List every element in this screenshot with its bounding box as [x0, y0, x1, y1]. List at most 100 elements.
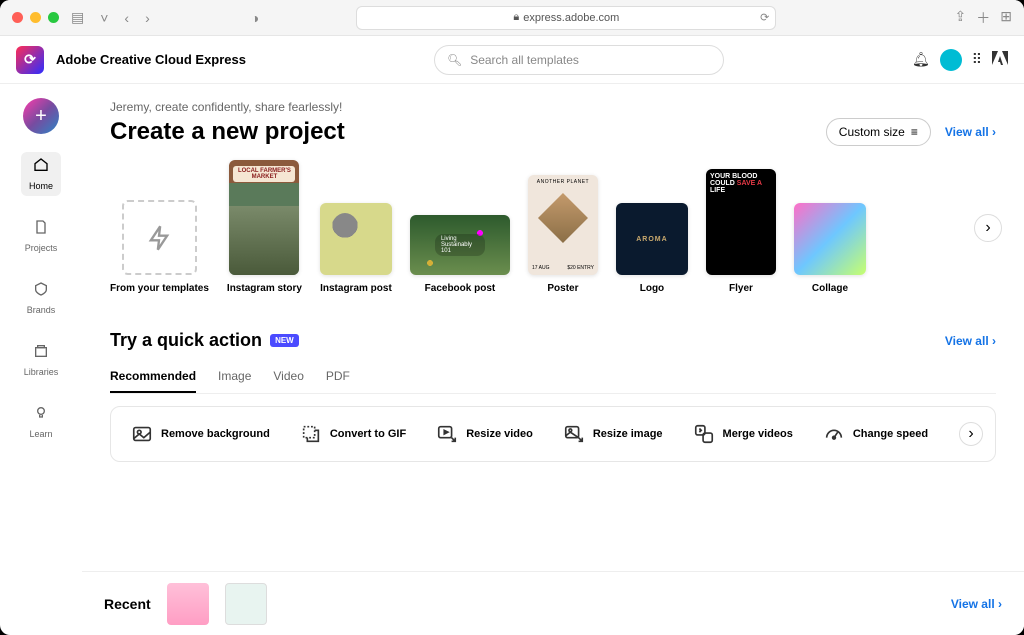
template-item-logo[interactable]: AROMA Logo — [616, 203, 688, 294]
template-label: Collage — [812, 283, 848, 294]
carousel-next-button[interactable]: › — [974, 214, 1002, 242]
template-thumb — [794, 203, 866, 275]
recent-heading: Recent — [104, 596, 151, 612]
sidebar-item-projects[interactable]: Projects — [17, 214, 66, 258]
refresh-icon[interactable]: ⟳ — [760, 11, 769, 24]
chevron-right-icon: › — [968, 425, 973, 443]
app-logo-icon[interactable]: ⟳ — [16, 46, 44, 74]
actions-next-button[interactable]: › — [959, 422, 983, 446]
template-item-poster[interactable]: 17 AUG$20 ENTRY Poster — [528, 175, 598, 294]
gif-icon — [300, 423, 322, 445]
create-project-header: Create a new project Custom size ≡ View … — [110, 118, 996, 146]
resize-image-icon — [563, 423, 585, 445]
recent-item[interactable] — [167, 583, 209, 625]
browser-window: ▤ ˅ ‹ › ◑ 🔒︎ express.adobe.com ⟳ ⇪ ＋ ⊞ ⟳… — [0, 0, 1024, 635]
template-label: Instagram story — [227, 283, 302, 294]
template-label: Instagram post — [320, 283, 392, 294]
lock-icon: 🔒︎ — [513, 11, 519, 24]
resize-video-icon — [436, 423, 458, 445]
remove-bg-icon — [131, 423, 153, 445]
sidebar-item-learn[interactable]: Learn — [21, 400, 60, 444]
tab-recommended[interactable]: Recommended — [110, 361, 196, 393]
view-all-link[interactable]: View all › — [951, 597, 1002, 611]
new-tab-icon[interactable]: ＋ — [976, 8, 990, 28]
minimize-window-icon[interactable] — [30, 12, 41, 23]
sidebar-toggle-icon[interactable]: ▤ — [67, 9, 88, 26]
template-label: Logo — [640, 283, 664, 294]
action-remove-background[interactable]: Remove background — [131, 423, 270, 445]
avatar[interactable] — [940, 49, 962, 71]
template-item-facebook-post[interactable]: Facebook post — [410, 215, 510, 294]
sidebar-item-brands[interactable]: Brands — [19, 276, 64, 320]
tab-image[interactable]: Image — [218, 361, 251, 393]
header-actions: 🔔︎ ⠿ — [912, 49, 1008, 71]
template-label: Flyer — [729, 283, 753, 294]
action-label: Resize video — [466, 428, 533, 440]
back-icon[interactable]: ‹ — [120, 10, 133, 26]
app-switcher-icon[interactable]: ⠿ — [972, 51, 982, 68]
share-icon[interactable]: ⇪ — [954, 8, 966, 28]
quick-actions-card: Remove background Convert to GIF Resize … — [110, 406, 996, 462]
search-icon: 🔍︎ — [447, 53, 462, 67]
template-label: From your templates — [110, 283, 209, 294]
sidebar-item-label: Libraries — [24, 367, 59, 377]
sidebar-item-label: Projects — [25, 243, 58, 253]
action-label: Convert to GIF — [330, 428, 406, 440]
adobe-icon[interactable] — [992, 51, 1008, 68]
template-thumb: 17 AUG$20 ENTRY — [528, 175, 598, 275]
home-icon — [33, 157, 49, 178]
sidebar-item-label: Learn — [29, 429, 52, 439]
action-label: Change speed — [853, 428, 928, 440]
close-window-icon[interactable] — [12, 12, 23, 23]
app-body: + Home Projects Brands Libraries Learn — [0, 84, 1024, 635]
template-label: Facebook post — [425, 283, 496, 294]
custom-size-button[interactable]: Custom size ≡ — [826, 118, 931, 146]
shield-icon[interactable]: ◑ — [247, 10, 263, 26]
chevron-down-icon[interactable]: ˅ — [96, 10, 112, 26]
action-label: Merge videos — [723, 428, 793, 440]
merge-icon — [693, 423, 715, 445]
maximize-window-icon[interactable] — [48, 12, 59, 23]
create-button[interactable]: + — [23, 98, 59, 134]
libraries-icon — [33, 343, 49, 364]
action-change-speed[interactable]: Change speed — [823, 423, 928, 445]
projects-icon — [33, 219, 49, 240]
sidebar: + Home Projects Brands Libraries Learn — [0, 84, 82, 635]
main-content: Jeremy, create confidently, share fearle… — [82, 84, 1024, 635]
address-bar[interactable]: 🔒︎ express.adobe.com ⟳ — [356, 6, 776, 30]
template-item-instagram-post[interactable]: Instagram post — [320, 203, 392, 294]
sliders-icon: ≡ — [911, 125, 918, 139]
quick-tabs: Recommended Image Video PDF — [110, 361, 996, 394]
brands-icon — [33, 281, 49, 302]
sidebar-item-home[interactable]: Home — [21, 152, 61, 196]
template-thumb — [410, 215, 510, 275]
app-header: ⟳ Adobe Creative Cloud Express 🔍︎ Search… — [0, 36, 1024, 84]
recent-item[interactable] — [225, 583, 267, 625]
template-thumb — [320, 203, 392, 275]
action-resize-image[interactable]: Resize image — [563, 423, 663, 445]
sidebar-item-libraries[interactable]: Libraries — [16, 338, 67, 382]
titlebar-right: ⇪ ＋ ⊞ — [954, 8, 1011, 28]
template-label: Poster — [547, 283, 578, 294]
template-item-collage[interactable]: Collage — [794, 203, 866, 294]
template-item-your-templates[interactable]: From your templates — [110, 200, 209, 294]
template-item-flyer[interactable]: YOUR BLOOD COULD SAVE A LIFE Flyer — [706, 169, 776, 294]
tab-video[interactable]: Video — [273, 361, 303, 393]
view-all-link[interactable]: View all › — [945, 125, 996, 139]
action-merge-videos[interactable]: Merge videos — [693, 423, 793, 445]
template-carousel: From your templates Instagram story Inst… — [110, 160, 996, 294]
tabs-icon[interactable]: ⊞ — [1000, 8, 1012, 28]
sidebar-item-label: Brands — [27, 305, 56, 315]
tab-pdf[interactable]: PDF — [326, 361, 350, 393]
forward-icon[interactable]: › — [141, 10, 154, 26]
action-resize-video[interactable]: Resize video — [436, 423, 533, 445]
notifications-icon[interactable]: 🔔︎ — [912, 51, 930, 68]
sidebar-item-label: Home — [29, 181, 53, 191]
view-all-link[interactable]: View all › — [945, 334, 996, 348]
learn-icon — [33, 405, 49, 426]
search-input[interactable]: 🔍︎ Search all templates — [434, 45, 724, 75]
template-item-instagram-story[interactable]: Instagram story — [227, 160, 302, 294]
custom-size-label: Custom size — [839, 125, 905, 139]
window-controls — [12, 12, 59, 23]
action-convert-gif[interactable]: Convert to GIF — [300, 423, 406, 445]
